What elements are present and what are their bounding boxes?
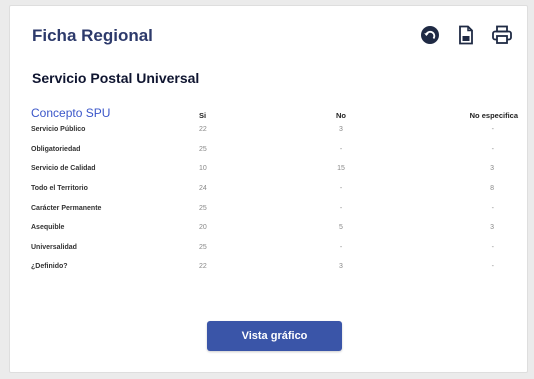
table-header: Concepto SPU Si No No especifica bbox=[31, 102, 518, 120]
back-icon[interactable] bbox=[419, 24, 441, 46]
row-no: - bbox=[339, 243, 343, 251]
regional-card: Ficha Regional Servicio Postal Universal… bbox=[9, 5, 528, 373]
table-row: Asequible 20 5 3 bbox=[31, 218, 518, 238]
row-concept: Servicio de Calidad bbox=[31, 165, 96, 173]
row-no: - bbox=[339, 145, 343, 153]
table-row: Obligatoriedad 25 - - bbox=[31, 140, 518, 160]
row-no: 3 bbox=[339, 263, 343, 271]
row-no-especifica: 3 bbox=[490, 224, 494, 232]
table-row: Universalidad 25 - - bbox=[31, 238, 518, 258]
table-row: ¿Definido? 22 3 - bbox=[31, 257, 518, 277]
table-body: Servicio Público 22 3- Obligatoriedad 25- - Se… bbox=[31, 120, 518, 277]
table-row: Servicio de Calidad 10 15 3 bbox=[31, 159, 518, 179]
row-no: 3 bbox=[339, 126, 343, 134]
row-concept: Universalidad bbox=[31, 243, 77, 251]
row-si: 25 bbox=[199, 204, 207, 212]
row-concept: Asequible bbox=[31, 224, 65, 232]
table-row: Carácter Permanente 25 - - bbox=[31, 198, 518, 218]
row-concept: Todo el Territorio bbox=[31, 185, 88, 193]
row-no-especifica: - bbox=[491, 263, 494, 271]
row-no-especifica: - bbox=[491, 145, 494, 153]
row-no-especifica: 8 bbox=[490, 185, 494, 193]
row-no-especifica: - bbox=[491, 243, 494, 251]
row-no-especifica: - bbox=[491, 126, 494, 134]
chart-view-button[interactable]: Vista gráfico bbox=[207, 321, 342, 351]
row-si: 25 bbox=[199, 145, 207, 153]
row-no: - bbox=[339, 185, 343, 193]
print-icon[interactable] bbox=[491, 24, 513, 46]
row-concept: Carácter Permanente bbox=[31, 204, 102, 212]
column-header-concept: Concepto SPU bbox=[31, 106, 111, 120]
row-concept: Obligatoriedad bbox=[31, 145, 81, 153]
table-row: Todo el Territorio 24 - 8 bbox=[31, 179, 518, 199]
spu-table: Concepto SPU Si No No especifica Servici… bbox=[31, 102, 518, 277]
row-no: 5 bbox=[339, 224, 343, 232]
section-title: Servicio Postal Universal bbox=[32, 70, 200, 86]
column-header-no: No bbox=[336, 111, 346, 120]
row-si: 20 bbox=[199, 224, 207, 232]
column-header-si: Si bbox=[199, 111, 207, 120]
row-si: 22 bbox=[199, 263, 207, 271]
toolbar bbox=[419, 24, 513, 46]
row-concept: ¿Definido? bbox=[31, 263, 68, 271]
row-si: 22 bbox=[199, 126, 207, 134]
document-icon[interactable] bbox=[455, 24, 477, 46]
table-row: Servicio Público 22 3 - bbox=[31, 120, 518, 140]
column-header-no-especifica: No especifica bbox=[469, 111, 518, 120]
row-si: 25 bbox=[199, 243, 207, 251]
row-si: 24 bbox=[199, 185, 207, 193]
row-no-especifica: - bbox=[491, 204, 494, 212]
page-title: Ficha Regional bbox=[32, 26, 153, 45]
row-no-especifica: 3 bbox=[490, 165, 494, 173]
row-si: 10 bbox=[199, 165, 207, 173]
row-concept: Servicio Público bbox=[31, 126, 86, 134]
row-no: 15 bbox=[337, 165, 345, 173]
row-no: - bbox=[339, 204, 343, 212]
